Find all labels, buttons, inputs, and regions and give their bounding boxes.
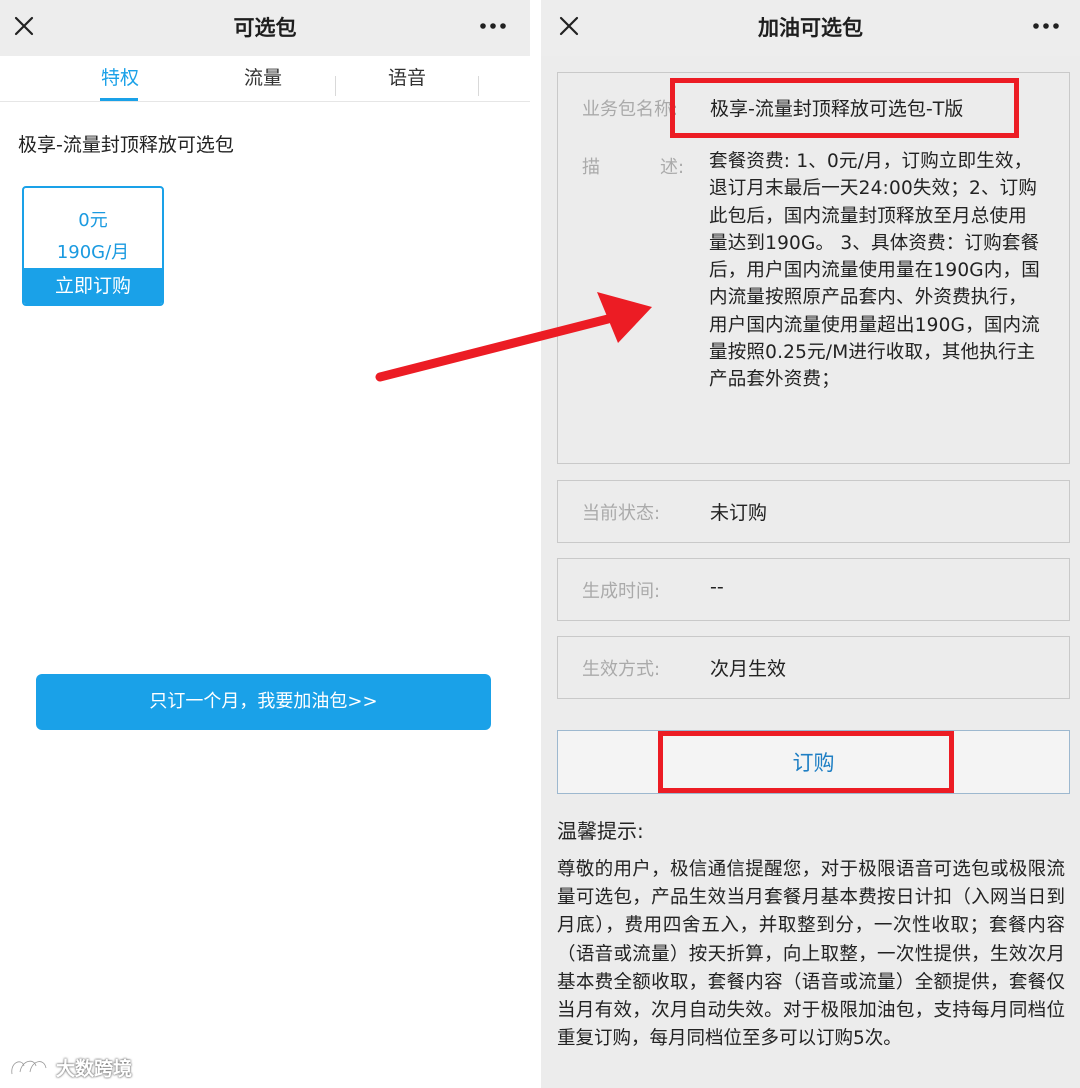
effect-mode-value: 次月生效 [710, 658, 787, 680]
name-highlight-box [670, 78, 1019, 138]
watermark: 大数跨境 [8, 1052, 132, 1082]
package-title: 极享-流量封顶释放可选包 [18, 134, 234, 156]
package-card[interactable]: 0元 190G/月 立即订购 [22, 186, 164, 306]
watermark-logo-icon [10, 1059, 48, 1075]
tab-bar: 特权 流量 语音 [0, 56, 530, 102]
tab-divider [335, 76, 336, 96]
created-time-value: -- [710, 576, 724, 598]
package-price: 0元 [78, 210, 108, 231]
left-title-bar: 可选包 [0, 0, 530, 56]
package-name-label: 业务包名称: [582, 99, 679, 120]
subscribe-now-button[interactable]: 立即订购 [24, 268, 162, 304]
tab-divider [478, 76, 479, 96]
watermark-text: 大数跨境 [56, 1057, 133, 1080]
status-box: 当前状态: 未订购 [557, 480, 1070, 543]
right-title-bar: 加油可选包 [541, 0, 1080, 56]
tab-privilege[interactable]: 特权 [70, 56, 170, 102]
active-tab-indicator [100, 98, 138, 101]
order-highlight-box [658, 731, 954, 793]
tips-heading: 温馨提示: [557, 819, 644, 843]
addon-package-button[interactable]: 只订一个月，我要加油包>> [36, 674, 491, 730]
created-time-box: 生成时间: -- [557, 558, 1070, 621]
more-icon[interactable] [478, 18, 508, 34]
arrow-annotation [375, 292, 652, 382]
effect-mode-label: 生效方式: [582, 659, 661, 680]
effect-mode-box: 生效方式: 次月生效 [557, 636, 1070, 699]
tab-voice[interactable]: 语音 [357, 56, 457, 102]
status-label: 当前状态: [582, 503, 661, 524]
right-page-title: 加油可选包 [758, 16, 863, 40]
more-icon[interactable] [1031, 18, 1061, 34]
description-label-start: 描 [582, 157, 600, 178]
right-panel: 加油可选包 业务包名称: 极享-流量封顶释放可选包-T版 描 述: 套餐资费: … [541, 0, 1080, 1088]
left-panel: 可选包 特权 流量 语音 极享-流量封顶释放可选包 0元 190G/月 立即订购… [0, 0, 530, 1088]
tips-body: 尊敬的用户，极信通信提醒您，对于极限语音可选包或极限流量可选包，产品生效当月套餐… [557, 859, 1065, 1050]
description-label-end: 述: [660, 157, 685, 178]
status-value: 未订购 [710, 502, 768, 524]
left-page-title: 可选包 [233, 16, 297, 40]
package-data-amount: 190G/月 [56, 242, 130, 263]
tab-data[interactable]: 流量 [213, 56, 313, 102]
description-value: 套餐资费: 1、0元/月，订购立即生效，退订月末最后一天24:00失效；2、订购… [709, 151, 1040, 391]
created-time-label: 生成时间: [582, 581, 661, 602]
